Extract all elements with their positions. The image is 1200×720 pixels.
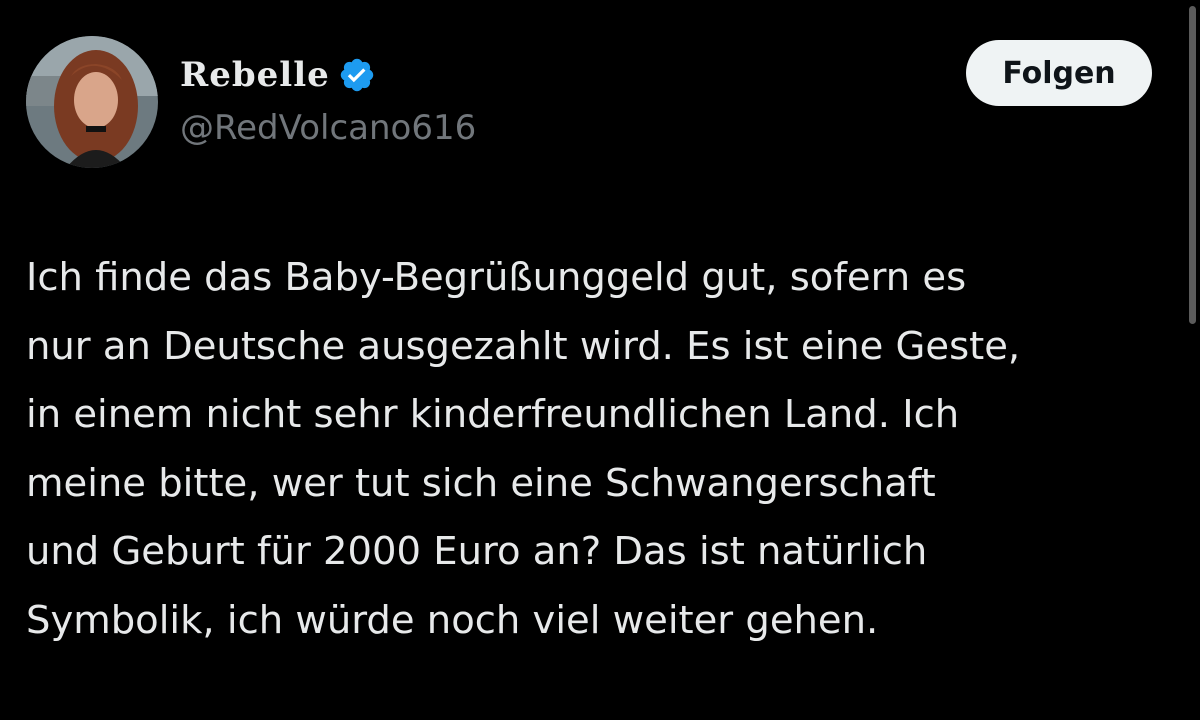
scrollbar[interactable] (1186, 0, 1200, 720)
display-name[interactable]: Rebelle (180, 55, 330, 95)
tweet-card: Rebelle @RedVolcano616 Folgen Ich finde … (0, 0, 1200, 720)
follow-button[interactable]: Folgen (966, 40, 1152, 106)
tweet-text: Ich finde das Baby-Begrüßunggeld gut, so… (26, 255, 1021, 643)
author-name-row: Rebelle (180, 50, 376, 100)
scrollbar-thumb[interactable] (1189, 6, 1196, 324)
avatar[interactable] (26, 36, 158, 168)
author-handle[interactable]: @RedVolcano616 (180, 108, 476, 148)
verified-badge-icon (338, 56, 376, 94)
avatar-image (26, 36, 158, 168)
